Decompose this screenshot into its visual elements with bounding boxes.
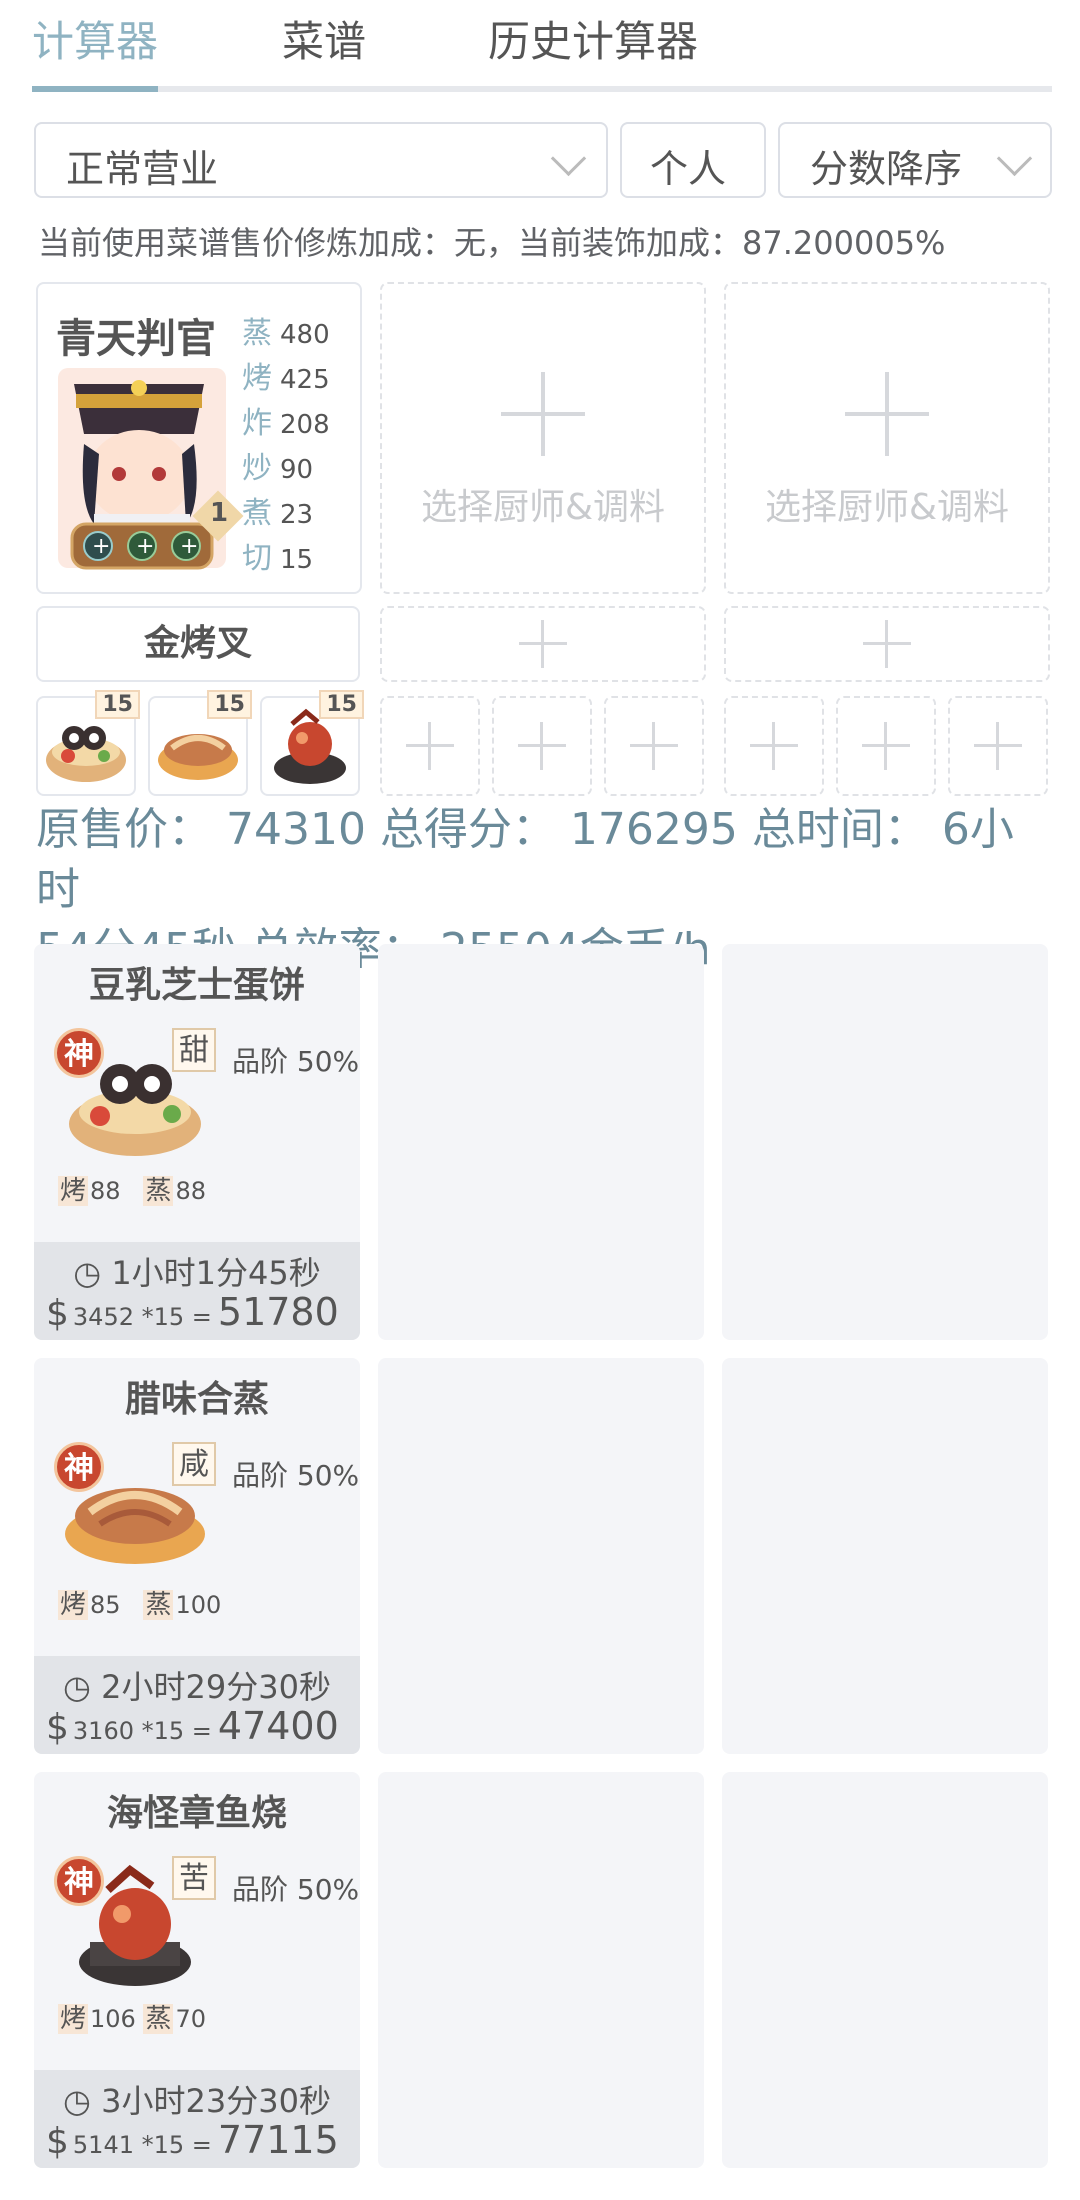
empty-recipe-slot[interactable] <box>836 696 936 796</box>
level-badge-text: 1 <box>210 498 229 528</box>
recipe-tile[interactable]: 15 <box>148 690 252 796</box>
plus-icon <box>863 620 911 668</box>
empty-recipe-card[interactable] <box>378 1358 704 1754</box>
tab-calculator[interactable]: 计算器 <box>32 8 158 69</box>
tab-track <box>32 86 1052 92</box>
recipe-name: 海怪章鱼烧 <box>106 1793 287 1834</box>
plus-icon <box>501 372 585 456</box>
plus-icon <box>630 722 678 770</box>
chef-avatar: + + + <box>58 368 226 570</box>
quantity-badge: 15 <box>207 690 252 719</box>
recipe-grade: 品阶 50% <box>232 1045 360 1078</box>
business-select-value: 正常营业 <box>66 147 219 191</box>
empty-chef-slot[interactable]: 选择厨师&调料 <box>380 282 706 594</box>
equipment-slot[interactable]: 金烤叉 <box>36 606 360 682</box>
chef-stat: 烤 425 <box>242 361 330 396</box>
tab-bar: 计算器 菜谱 历史计算器 <box>32 0 1052 95</box>
recipe-name: 腊味合蒸 <box>124 1379 269 1420</box>
empty-chef-slot[interactable]: 选择厨师&调料 <box>724 282 1050 594</box>
clock-icon: ◷ <box>63 2082 91 2120</box>
recipe-price: $3160 *15 = 47400 <box>46 1704 339 1748</box>
recipe-price: $5141 *15 = 77115 <box>46 2118 339 2162</box>
taste-badge: 甜 <box>172 1028 216 1072</box>
business-select[interactable]: 正常营业 <box>34 122 608 198</box>
recipe-tile[interactable]: 15 <box>260 690 364 796</box>
empty-recipe-card[interactable] <box>722 1772 1048 2168</box>
recipe-card[interactable]: 海怪章鱼烧 神 苦 品阶 50% 烤 106 蒸 70 ◷ 3小时23分30秒 $5… <box>34 1772 360 2168</box>
recipe-name: 豆乳芝士蛋饼 <box>88 965 305 1006</box>
empty-recipe-slot[interactable] <box>724 696 824 796</box>
recipe-footer: ◷ 2小时29分30秒 $3160 *15 = 47400 <box>34 1656 360 1754</box>
tab-recipes[interactable]: 菜谱 <box>282 8 366 69</box>
person-button-label: 个人 <box>650 147 727 191</box>
empty-slot-label: 选择厨师&调料 <box>420 487 666 528</box>
empty-recipe-card[interactable] <box>722 1358 1048 1754</box>
chef-card[interactable]: 青天判官 + + + 1 蒸 480 烤 425 炸 208 炒 90 煮 23 切 15 <box>36 282 362 594</box>
plus-icon <box>974 722 1022 770</box>
recipe-footer: ◷ 1小时1分45秒 $3452 *15 = 51780 <box>34 1242 360 1340</box>
svg-text:+: + <box>92 534 110 559</box>
plus-icon <box>750 722 798 770</box>
empty-equipment-slot[interactable] <box>380 606 706 682</box>
dollar-icon: $ <box>46 1293 69 1334</box>
quantity-badge: 15 <box>319 690 364 719</box>
clock-icon: ◷ <box>73 1254 102 1292</box>
empty-slot-label: 选择厨师&调料 <box>764 487 1010 528</box>
dollar-icon: $ <box>46 1707 69 1748</box>
plus-icon <box>862 722 910 770</box>
plus-icon <box>406 722 454 770</box>
chef-name: 青天判官 <box>56 316 216 362</box>
empty-recipe-card[interactable] <box>722 944 1048 1340</box>
recipe-skills: 烤 106 蒸 70 <box>58 2004 207 2034</box>
clock-icon: ◷ <box>63 1668 91 1706</box>
empty-recipe-card[interactable] <box>378 944 704 1340</box>
chevron-down-icon <box>550 140 587 177</box>
quantity-badge: 15 <box>95 690 140 719</box>
recipe-card[interactable]: 豆乳芝士蛋饼 神 甜 品阶 50% 烤 88 蒸 88 ◷ 1小时1分45秒 $34… <box>34 944 360 1340</box>
empty-equipment-slot[interactable] <box>724 606 1050 682</box>
recipe-skills: 烤 85 蒸 100 <box>58 1590 222 1620</box>
chef-stat: 炸 208 <box>242 406 330 441</box>
empty-recipe-slot[interactable] <box>380 696 480 796</box>
svg-text:+: + <box>180 534 198 559</box>
dollar-icon: $ <box>46 2121 69 2162</box>
recipe-grade: 品阶 50% <box>232 1459 360 1492</box>
recipe-time: ◷ 3小时23分30秒 <box>63 2082 331 2120</box>
recipe-time: ◷ 2小时29分30秒 <box>63 1668 331 1706</box>
recipe-tile[interactable]: 15 <box>36 690 140 796</box>
bonus-info-text: 当前使用菜谱售价修炼加成：无，当前装饰加成：87.200005% <box>38 224 946 262</box>
empty-recipe-slot[interactable] <box>948 696 1048 796</box>
summary-line-1: 原售价： 74310 总得分： 176295 总时间： 6小时 <box>36 804 1014 915</box>
rank-badge: 神 <box>54 1442 104 1492</box>
recipe-footer: ◷ 3小时23分30秒 $5141 *15 = 77115 <box>34 2070 360 2168</box>
person-button[interactable]: 个人 <box>620 122 766 198</box>
sort-select-value: 分数降序 <box>810 147 963 191</box>
sort-select[interactable]: 分数降序 <box>778 122 1052 198</box>
rank-badge: 神 <box>54 1856 104 1906</box>
plus-icon <box>519 620 567 668</box>
chef-stat: 煮 23 <box>242 496 314 531</box>
empty-recipe-card[interactable] <box>378 1772 704 2168</box>
recipe-price: $3452 *15 = 51780 <box>46 1290 339 1334</box>
plus-icon <box>845 372 929 456</box>
chef-stat: 蒸 480 <box>242 316 330 351</box>
recipe-time: ◷ 1小时1分45秒 <box>73 1254 321 1292</box>
recipe-grade: 品阶 50% <box>232 1873 360 1906</box>
empty-recipe-slot[interactable] <box>604 696 704 796</box>
tab-history-calculator[interactable]: 历史计算器 <box>488 8 698 69</box>
plus-icon <box>518 722 566 770</box>
recipe-card[interactable]: 腊味合蒸 神 咸 品阶 50% 烤 85 蒸 100 ◷ 2小时29分30秒 $31… <box>34 1358 360 1754</box>
tab-active-indicator <box>32 86 158 92</box>
rank-badge: 神 <box>54 1028 104 1078</box>
svg-text:+: + <box>136 534 154 559</box>
empty-recipe-slot[interactable] <box>492 696 592 796</box>
chef-stat: 切 15 <box>242 541 314 576</box>
taste-badge: 苦 <box>172 1856 216 1900</box>
chef-stat: 炒 90 <box>242 451 314 486</box>
taste-badge: 咸 <box>172 1442 216 1486</box>
recipe-skills: 烤 88 蒸 88 <box>58 1176 207 1206</box>
chevron-down-icon <box>996 140 1033 177</box>
